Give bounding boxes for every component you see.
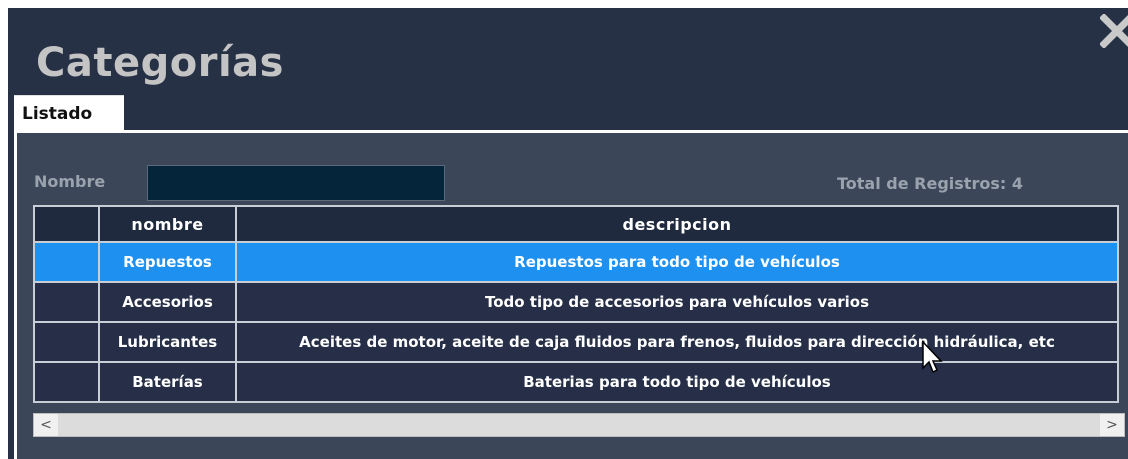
scroll-left-icon[interactable]: < (34, 414, 58, 436)
cell-descripcion[interactable]: Todo tipo de accesorios para vehículos v… (235, 281, 1119, 323)
table-row[interactable]: Accesorios Todo tipo de accesorios para … (33, 281, 1119, 323)
total-registros-label: Total de Registros: 4 (837, 174, 1023, 193)
header-row: nombre descripcion (33, 205, 1119, 243)
listado-panel: Nombre Total de Registros: 4 nombre desc… (14, 130, 1128, 459)
table-row[interactable]: Baterías Baterias para todo tipo de vehí… (33, 361, 1119, 403)
table-row[interactable]: Repuestos Repuestos para todo tipo de ve… (33, 241, 1119, 283)
table-row[interactable]: Lubricantes Aceites de motor, aceite de … (33, 321, 1119, 363)
cell-nombre[interactable]: Repuestos (98, 241, 237, 283)
cell-descripcion[interactable]: Baterias para todo tipo de vehículos (235, 361, 1119, 403)
row-selector[interactable] (33, 321, 100, 363)
cell-descripcion[interactable]: Aceites de motor, aceite de caja fluidos… (235, 321, 1119, 363)
column-header-descripcion[interactable]: descripcion (235, 205, 1119, 243)
close-icon[interactable] (1099, 13, 1128, 49)
cell-nombre[interactable]: Lubricantes (98, 321, 237, 363)
horizontal-scrollbar[interactable]: < > (33, 413, 1125, 437)
window-title: Categorías (36, 40, 284, 86)
categorias-grid: nombre descripcion Repuestos Repuestos p… (33, 205, 1128, 407)
tab-bar: Listado (8, 95, 1128, 131)
row-selector[interactable] (33, 361, 100, 403)
row-selector[interactable] (33, 281, 100, 323)
nombre-label: Nombre (34, 172, 106, 191)
nombre-search-input[interactable] (147, 165, 445, 201)
scroll-right-icon[interactable]: > (1100, 414, 1124, 436)
categorias-window: Categorías Listado Nombre Total de Regis… (8, 8, 1128, 459)
row-selector[interactable] (33, 241, 100, 283)
row-header-corner (33, 205, 100, 243)
tab-listado[interactable]: Listado (14, 95, 124, 131)
column-header-nombre[interactable]: nombre (98, 205, 237, 243)
cell-nombre[interactable]: Accesorios (98, 281, 237, 323)
cell-nombre[interactable]: Baterías (98, 361, 237, 403)
cell-descripcion[interactable]: Repuestos para todo tipo de vehículos (235, 241, 1119, 283)
categorias-table: nombre descripcion Repuestos Repuestos p… (33, 205, 1119, 403)
